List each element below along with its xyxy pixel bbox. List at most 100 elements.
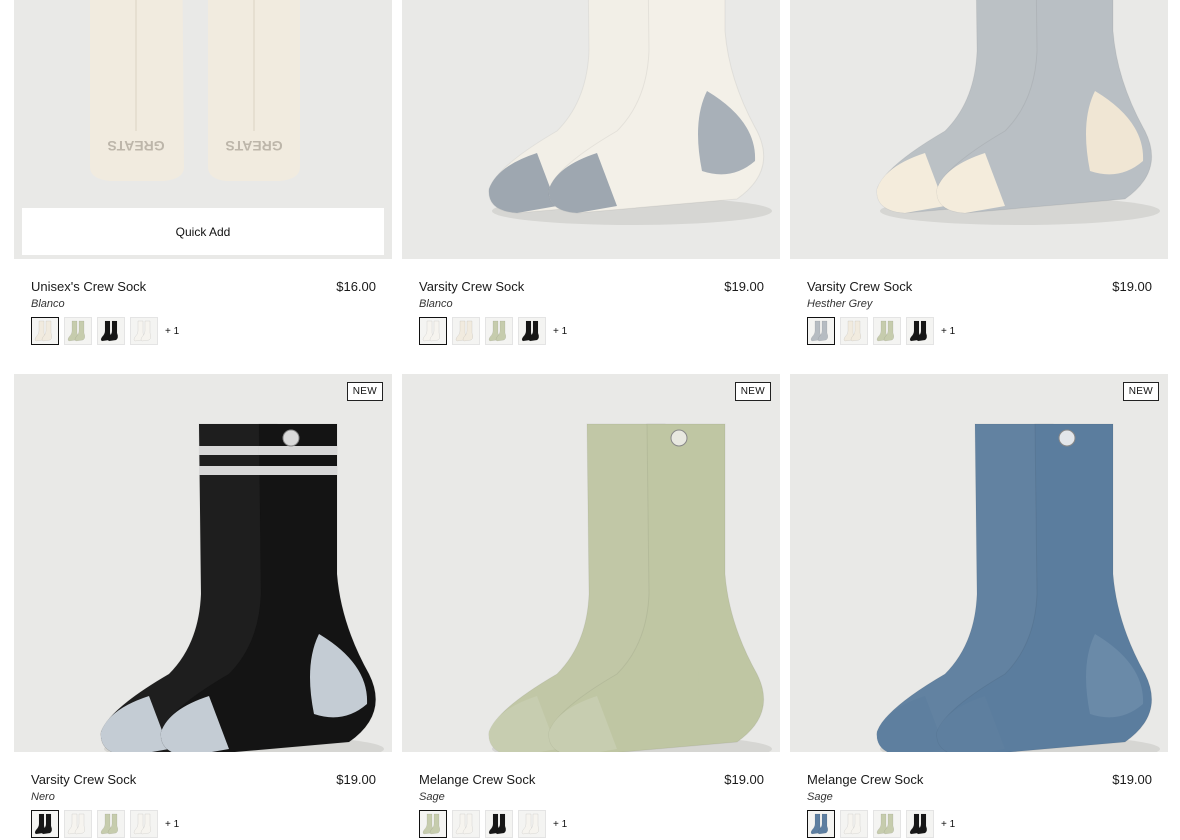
swatch-sock-thumbnail (34, 813, 53, 835)
color-swatch-black[interactable] (485, 810, 513, 838)
color-swatch-black[interactable] (906, 317, 934, 345)
color-swatch-white[interactable] (64, 810, 92, 838)
swatch-sock-thumbnail (100, 813, 119, 835)
product-variant: Blanco (419, 298, 453, 310)
product-info: Melange Crew Sock $19.00 Sage + 1 (402, 752, 780, 840)
product-info: Varsity Crew Sock $19.00 Hesther Grey + … (790, 259, 1168, 374)
product-name[interactable]: Varsity Crew Sock (419, 279, 764, 294)
crew-sock-image (876, 423, 1160, 752)
quick-add-button[interactable]: Quick Add (22, 208, 384, 255)
product-name[interactable]: Varsity Crew Sock (31, 772, 376, 787)
swatch-list: + 1 (419, 810, 764, 838)
swatch-sock-thumbnail (909, 813, 928, 835)
swatch-sock-thumbnail (133, 813, 152, 835)
swatch-sock-thumbnail (521, 813, 540, 835)
swatch-list: + 1 (31, 810, 376, 838)
color-swatch-cream[interactable] (31, 317, 59, 345)
more-colors-count[interactable]: + 1 (553, 819, 567, 830)
more-colors-count[interactable]: + 1 (165, 326, 179, 337)
swatch-sock-thumbnail (422, 320, 441, 342)
swatch-sock-thumbnail (876, 320, 895, 342)
product-variant: Sage (419, 791, 445, 803)
product-card[interactable]: Varsity Crew Sock $19.00 Hesther Grey + … (790, 0, 1168, 374)
swatch-sock-thumbnail (843, 320, 862, 342)
swatch-sock-thumbnail (843, 813, 862, 835)
color-swatch-white[interactable] (840, 810, 868, 838)
swatch-sock-thumbnail (34, 320, 53, 342)
new-badge: NEW (734, 382, 771, 401)
product-info: Varsity Crew Sock $19.00 Nero + 1 (14, 752, 392, 840)
product-name[interactable]: Melange Crew Sock (807, 772, 1152, 787)
swatch-sock-thumbnail (909, 320, 928, 342)
swatch-sock-thumbnail (455, 813, 474, 835)
product-price: $16.00 (336, 279, 376, 294)
product-info: Varsity Crew Sock $19.00 Blanco + 1 (402, 259, 780, 374)
color-swatch-sage[interactable] (873, 317, 901, 345)
swatch-sock-thumbnail (455, 320, 474, 342)
color-swatch-sage[interactable] (419, 810, 447, 838)
swatch-sock-thumbnail (521, 320, 540, 342)
product-card[interactable]: NEW Melange Crew Sock $19.00 Sage + 1 (790, 374, 1168, 840)
color-swatch-sage[interactable] (485, 317, 513, 345)
swatch-list: + 1 (31, 317, 376, 345)
color-swatch-sage[interactable] (873, 810, 901, 838)
swatch-sock-thumbnail (67, 320, 86, 342)
color-swatch-white[interactable] (130, 810, 158, 838)
color-swatch-white[interactable] (130, 317, 158, 345)
color-swatch-sage[interactable] (97, 810, 125, 838)
color-swatch-blue[interactable] (807, 810, 835, 838)
color-swatch-cream[interactable] (840, 317, 868, 345)
product-image[interactable]: GREATS GREATS Quick Add (14, 0, 392, 259)
product-card[interactable]: NEW Varsity Crew Sock $19.00 Nero + 1 (14, 374, 392, 840)
product-info: Unisex's Crew Sock $16.00 Blanco + 1 (14, 259, 392, 374)
product-price: $19.00 (336, 772, 376, 787)
more-colors-count[interactable]: + 1 (165, 819, 179, 830)
color-swatch-sage[interactable] (64, 317, 92, 345)
crew-sock-image (100, 423, 384, 752)
product-name[interactable]: Varsity Crew Sock (807, 279, 1152, 294)
more-colors-count[interactable]: + 1 (941, 326, 955, 337)
swatch-sock-thumbnail (100, 320, 119, 342)
product-image[interactable] (790, 0, 1168, 259)
swatch-sock-thumbnail (67, 813, 86, 835)
swatch-list: + 1 (419, 317, 764, 345)
color-swatch-black[interactable] (31, 810, 59, 838)
color-swatch-black[interactable] (906, 810, 934, 838)
swatch-sock-thumbnail (133, 320, 152, 342)
color-swatch-white[interactable] (518, 810, 546, 838)
sock-logo-text: GREATS (107, 138, 164, 154)
product-variant: Nero (31, 791, 55, 803)
product-image[interactable]: NEW (14, 374, 392, 752)
color-swatch-grey[interactable] (807, 317, 835, 345)
swatch-list: + 1 (807, 810, 1152, 838)
product-card[interactable]: NEW Melange Crew Sock $19.00 Sage + 1 (402, 374, 780, 840)
color-swatch-black[interactable] (97, 317, 125, 345)
product-variant: Blanco (31, 298, 65, 310)
product-name[interactable]: Unisex's Crew Sock (31, 279, 376, 294)
product-info: Melange Crew Sock $19.00 Sage + 1 (790, 752, 1168, 840)
product-price: $19.00 (724, 279, 764, 294)
color-swatch-white[interactable] (419, 317, 447, 345)
color-swatch-cream[interactable] (452, 317, 480, 345)
product-card[interactable]: GREATS GREATS Quick Add Unisex's Crew So… (14, 0, 392, 374)
product-image[interactable]: NEW (790, 374, 1168, 752)
swatch-sock-thumbnail (488, 813, 507, 835)
more-colors-count[interactable]: + 1 (553, 326, 567, 337)
swatch-sock-thumbnail (422, 813, 441, 835)
product-card[interactable]: Varsity Crew Sock $19.00 Blanco + 1 (402, 0, 780, 374)
more-colors-count[interactable]: + 1 (941, 819, 955, 830)
svg-text:GREATS: GREATS (225, 138, 282, 154)
new-badge: NEW (346, 382, 383, 401)
product-image[interactable]: NEW (402, 374, 780, 752)
product-variant: Sage (807, 791, 833, 803)
color-swatch-black[interactable] (518, 317, 546, 345)
color-swatch-white[interactable] (452, 810, 480, 838)
new-badge: NEW (1122, 382, 1159, 401)
product-price: $19.00 (724, 772, 764, 787)
swatch-sock-thumbnail (810, 813, 829, 835)
product-image[interactable] (402, 0, 780, 259)
crew-sock-image (876, 0, 1160, 225)
swatch-sock-thumbnail (810, 320, 829, 342)
product-name[interactable]: Melange Crew Sock (419, 772, 764, 787)
swatch-sock-thumbnail (488, 320, 507, 342)
